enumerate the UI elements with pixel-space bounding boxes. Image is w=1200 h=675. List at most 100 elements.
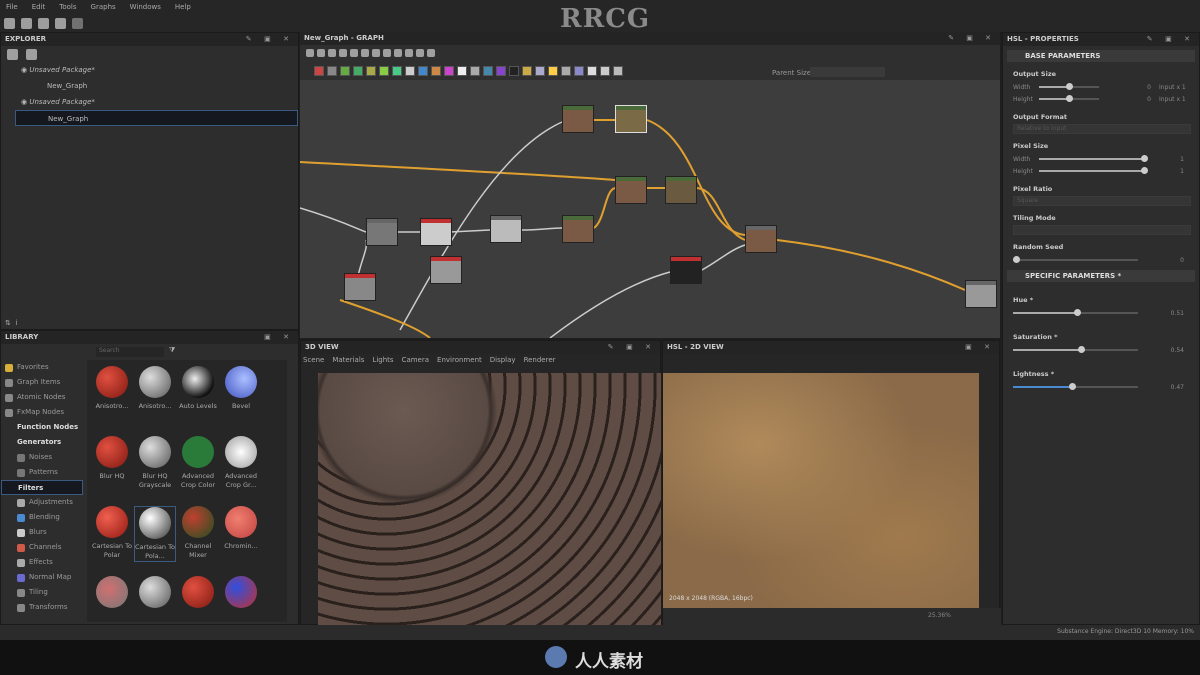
node-type-icon[interactable] (418, 66, 428, 76)
library-item[interactable] (134, 576, 176, 612)
menu-tools[interactable]: Tools (59, 0, 76, 14)
3d-menu-scene[interactable]: Scene (303, 356, 324, 364)
library-item[interactable]: Anisotro... (91, 366, 133, 411)
node-type-icon[interactable] (535, 66, 545, 76)
new-icon[interactable] (26, 49, 37, 60)
menu-graphs[interactable]: Graphs (91, 0, 116, 14)
library-nav-item[interactable]: Channels (1, 540, 83, 555)
library-search-input[interactable]: Search (96, 347, 164, 357)
graph-tool-icon[interactable] (306, 49, 314, 57)
graph-node[interactable] (344, 273, 376, 301)
library-nav-item[interactable]: Blending (1, 510, 83, 525)
package-item[interactable]: ◉ Unsaved Package* (1, 62, 298, 78)
library-item[interactable] (177, 576, 219, 612)
library-nav-item[interactable]: Patterns (1, 465, 83, 480)
library-nav-item[interactable]: Tiling (1, 585, 83, 600)
package-item[interactable]: ◉ Unsaved Package* (1, 94, 298, 110)
3d-menu-lights[interactable]: Lights (372, 356, 393, 364)
library-nav-item[interactable]: FxMap Nodes (1, 405, 83, 420)
graph-node[interactable] (366, 218, 398, 246)
node-type-icon[interactable] (366, 66, 376, 76)
graph-node[interactable] (745, 225, 777, 253)
graph-canvas[interactable] (300, 80, 1000, 338)
node-type-icon[interactable] (613, 66, 623, 76)
graph-node[interactable] (490, 215, 522, 243)
graph-tool-icon[interactable] (339, 49, 347, 57)
3d-menu-environment[interactable]: Environment (437, 356, 482, 364)
3d-menu-display[interactable]: Display (490, 356, 516, 364)
node-type-icon[interactable] (353, 66, 363, 76)
node-type-icon[interactable] (574, 66, 584, 76)
new-package-icon[interactable] (21, 17, 32, 29)
new-graph-icon[interactable] (4, 17, 15, 29)
zoom-level[interactable]: 25.36% (928, 612, 951, 619)
graph-node[interactable] (430, 256, 462, 284)
3d-menu-renderer[interactable]: Renderer (524, 356, 556, 364)
library-item[interactable] (91, 576, 133, 612)
library-nav-item[interactable]: Atomic Nodes (1, 390, 83, 405)
output-format-dropdown[interactable]: Relative to input (1013, 124, 1191, 134)
filter-icon[interactable]: ⧩ (169, 346, 175, 355)
node-type-icon[interactable] (548, 66, 558, 76)
3d-viewport[interactable] (318, 373, 661, 625)
node-type-icon[interactable] (483, 66, 493, 76)
library-nav-item[interactable]: Noises (1, 450, 83, 465)
node-type-icon[interactable] (522, 66, 532, 76)
library-nav-item[interactable]: Filters (1, 480, 83, 495)
width-mode[interactable]: Input x 1 (1159, 84, 1186, 91)
save-package-icon[interactable] (7, 49, 18, 60)
library-nav-item[interactable]: Adjustments (1, 495, 83, 510)
random-seed-slider[interactable] (1012, 256, 1138, 263)
panel-controls[interactable]: ✎ ▣ ✕ (948, 32, 996, 45)
node-type-icon[interactable] (431, 66, 441, 76)
graph-tool-icon[interactable] (317, 49, 325, 57)
explorer-footer-icons[interactable]: ⇅ i (5, 319, 17, 327)
parent-size-dropdown[interactable] (810, 67, 885, 77)
graph-node-selected[interactable] (615, 105, 647, 133)
node-type-icon[interactable] (470, 66, 480, 76)
library-item[interactable]: Anisotro... (134, 366, 176, 411)
library-item[interactable]: Bevel (220, 366, 262, 411)
library-nav-item[interactable]: Function Nodes (1, 420, 83, 435)
pixel-height-slider[interactable] (1039, 167, 1148, 174)
2d-viewport[interactable]: 2048 x 2048 (RGBA, 16bpc) (663, 373, 979, 608)
graph-item-selected[interactable]: New_Graph (15, 110, 298, 126)
library-nav-item[interactable]: Blurs (1, 525, 83, 540)
graph-tool-icon[interactable] (416, 49, 424, 57)
3d-menu-materials[interactable]: Materials (332, 356, 364, 364)
node-type-icon[interactable] (405, 66, 415, 76)
save-icon[interactable] (55, 17, 66, 29)
menu-help[interactable]: Help (175, 0, 191, 14)
library-nav-item[interactable]: Normal Map (1, 570, 83, 585)
base-parameters-section[interactable]: BASE PARAMETERS (1007, 50, 1195, 62)
node-type-icon[interactable] (457, 66, 467, 76)
panel-controls[interactable]: ✎ ▣ ✕ (1147, 33, 1195, 46)
graph-node[interactable] (670, 256, 702, 284)
node-type-icon[interactable] (509, 66, 519, 76)
pixel-ratio-dropdown[interactable]: Square (1013, 196, 1191, 206)
library-nav-item[interactable]: Favorites (1, 360, 83, 375)
panel-controls[interactable]: ▣ ✕ (965, 341, 995, 354)
pixel-width-slider[interactable] (1039, 155, 1148, 162)
node-type-icon[interactable] (444, 66, 454, 76)
panel-controls[interactable]: ✎ ▣ ✕ (608, 341, 656, 354)
graph-tool-icon[interactable] (328, 49, 336, 57)
node-type-icon[interactable] (314, 66, 324, 76)
graph-tool-icon[interactable] (372, 49, 380, 57)
graph-node[interactable] (562, 105, 594, 133)
graph-tool-icon[interactable] (383, 49, 391, 57)
specific-parameters-section[interactable]: SPECIFIC PARAMETERS * (1007, 270, 1195, 282)
library-item[interactable]: Chromin... (220, 506, 262, 551)
param-slider[interactable] (1013, 383, 1138, 390)
panel-controls[interactable]: ▣ ✕ (264, 331, 294, 344)
graph-tool-icon[interactable] (394, 49, 402, 57)
node-type-icon[interactable] (392, 66, 402, 76)
library-item[interactable]: Advanced Crop Gr... (220, 436, 262, 490)
graph-node[interactable] (665, 176, 697, 204)
tiling-mode-dropdown[interactable] (1013, 225, 1191, 235)
library-nav-item[interactable]: Effects (1, 555, 83, 570)
param-slider[interactable] (1013, 309, 1138, 316)
node-type-icon[interactable] (561, 66, 571, 76)
graph-tool-icon[interactable] (405, 49, 413, 57)
3d-menu-camera[interactable]: Camera (402, 356, 429, 364)
